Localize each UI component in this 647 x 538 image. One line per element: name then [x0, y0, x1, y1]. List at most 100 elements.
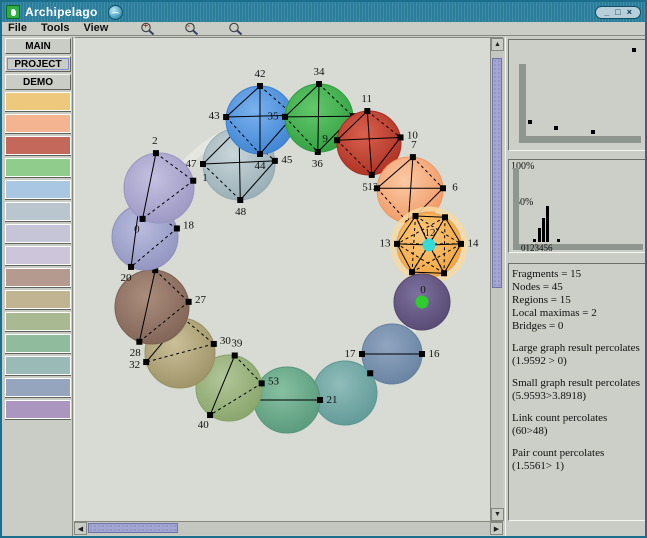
graph-node[interactable]: [442, 214, 448, 220]
menu-view[interactable]: View: [83, 22, 108, 35]
palette-swatch-11[interactable]: [5, 312, 71, 331]
node-label: 20: [120, 272, 132, 284]
node-label: 0: [420, 284, 426, 296]
graph-node[interactable]: [440, 185, 446, 191]
graph-node[interactable]: [458, 241, 464, 247]
sidebar-button-project[interactable]: PROJECT: [5, 56, 71, 72]
palette-swatch-12[interactable]: [5, 334, 71, 353]
graph-node[interactable]: [237, 197, 243, 203]
graph-node[interactable]: [211, 341, 217, 347]
app-window: Archipelago _ □ × File Tools View + - MAI…: [0, 0, 647, 538]
node-label: 7: [411, 139, 417, 151]
stats-line-8: [512, 368, 642, 377]
zoom-out-button[interactable]: -: [184, 22, 200, 35]
palette-swatch-5[interactable]: [5, 180, 71, 199]
vertical-scroll-thumb[interactable]: [492, 58, 502, 288]
graph-node[interactable]: [143, 359, 149, 365]
scroll-up-button[interactable]: ▲: [491, 38, 504, 51]
node-label: 12: [425, 227, 436, 239]
graph-node[interactable]: [409, 269, 415, 275]
graph-canvas[interactable]: 4647454842434144343533361191012756812144…: [74, 37, 503, 521]
maximize-button[interactable]: □: [615, 7, 620, 18]
graph-node[interactable]: [315, 149, 321, 155]
graph-node[interactable]: [140, 216, 146, 222]
graph-node[interactable]: [369, 172, 375, 178]
graph-node[interactable]: [223, 114, 229, 120]
palette-swatch-15[interactable]: [5, 400, 71, 419]
local-maximum-node[interactable]: [416, 296, 429, 309]
close-button[interactable]: ×: [627, 7, 632, 18]
graph-node[interactable]: [259, 380, 265, 386]
minimize-button[interactable]: _: [604, 7, 609, 18]
stats-line-7: (1.9592 > 0): [512, 355, 642, 368]
titlebar: Archipelago _ □ ×: [2, 2, 645, 22]
palette-swatch-14[interactable]: [5, 378, 71, 397]
palette-swatch-8[interactable]: [5, 246, 71, 265]
stats-line-9: Small graph result percolates: [512, 377, 642, 390]
palette-swatch-6[interactable]: [5, 202, 71, 221]
zoom-in-button[interactable]: +: [140, 22, 156, 35]
graph-node[interactable]: [441, 270, 447, 276]
right-panel: 100%50%0123456 Fragments = 15Nodes = 45R…: [505, 37, 647, 536]
stats-line-1: Nodes = 45: [512, 281, 642, 294]
scroll-right-button[interactable]: ▶: [490, 522, 503, 535]
graph-node[interactable]: [200, 161, 206, 167]
graph-node[interactable]: [316, 81, 322, 87]
stats-line-6: Large graph result percolates: [512, 342, 642, 355]
stats-line-11: [512, 403, 642, 412]
graph-node[interactable]: [272, 158, 278, 164]
graph-node[interactable]: [282, 114, 288, 120]
node-label: 14: [467, 237, 479, 249]
graph-node[interactable]: [174, 225, 180, 231]
graph-node[interactable]: [257, 151, 263, 157]
stats-line-12: Link count percolates: [512, 412, 642, 425]
node-label: 39: [231, 338, 243, 350]
fragment-ring-graph: 4647454842434144343533361191012756812144…: [75, 38, 490, 521]
graph-fragment-teal[interactable]: [313, 361, 377, 425]
palette-swatch-7[interactable]: [5, 224, 71, 243]
graph-node[interactable]: [398, 134, 404, 140]
scroll-left-button[interactable]: ◀: [74, 522, 87, 535]
horizontal-scrollbar[interactable]: ◀ ▶: [74, 521, 503, 535]
x-axis: [519, 136, 641, 143]
graph-node[interactable]: [317, 397, 323, 403]
vertical-scrollbar[interactable]: ▲ ▼: [490, 38, 503, 521]
graph-node[interactable]: [257, 83, 263, 89]
graph-node[interactable]: [359, 351, 365, 357]
graph-node[interactable]: [153, 150, 159, 156]
graph-node[interactable]: [232, 353, 238, 359]
local-maximum-node[interactable]: [423, 239, 436, 252]
graph-node[interactable]: [394, 241, 400, 247]
palette-swatch-1[interactable]: [5, 92, 71, 111]
menu-file[interactable]: File: [8, 22, 27, 35]
graph-node[interactable]: [334, 137, 340, 143]
graph-node[interactable]: [367, 370, 373, 376]
stats-line-5: [512, 333, 642, 342]
sidebar-button-demo[interactable]: DEMO: [5, 74, 71, 90]
graph-node[interactable]: [364, 108, 370, 114]
graph-node[interactable]: [412, 213, 418, 219]
palette-swatch-3[interactable]: [5, 136, 71, 155]
graph-node[interactable]: [374, 185, 380, 191]
graph-node[interactable]: [207, 412, 213, 418]
node-label: 32: [129, 359, 140, 371]
scatter-point: [591, 130, 595, 134]
graph-node[interactable]: [186, 299, 192, 305]
palette-swatch-9[interactable]: [5, 268, 71, 287]
node-label: 9: [322, 133, 328, 145]
sidebar-button-main[interactable]: MAIN: [5, 38, 71, 54]
graph-node[interactable]: [410, 154, 416, 160]
zoom-fit-button[interactable]: [228, 22, 244, 35]
palette-swatch-13[interactable]: [5, 356, 71, 375]
graph-node[interactable]: [136, 339, 142, 345]
graph-node[interactable]: [419, 351, 425, 357]
graph-node[interactable]: [190, 178, 196, 184]
graph-fragment-purple[interactable]: 0: [394, 274, 450, 330]
menu-tools[interactable]: Tools: [41, 22, 70, 35]
palette-swatch-2[interactable]: [5, 114, 71, 133]
graph-node[interactable]: [128, 264, 134, 270]
horizontal-scroll-thumb[interactable]: [88, 523, 178, 533]
palette-swatch-10[interactable]: [5, 290, 71, 309]
palette-swatch-4[interactable]: [5, 158, 71, 177]
scroll-down-button[interactable]: ▼: [491, 508, 504, 521]
